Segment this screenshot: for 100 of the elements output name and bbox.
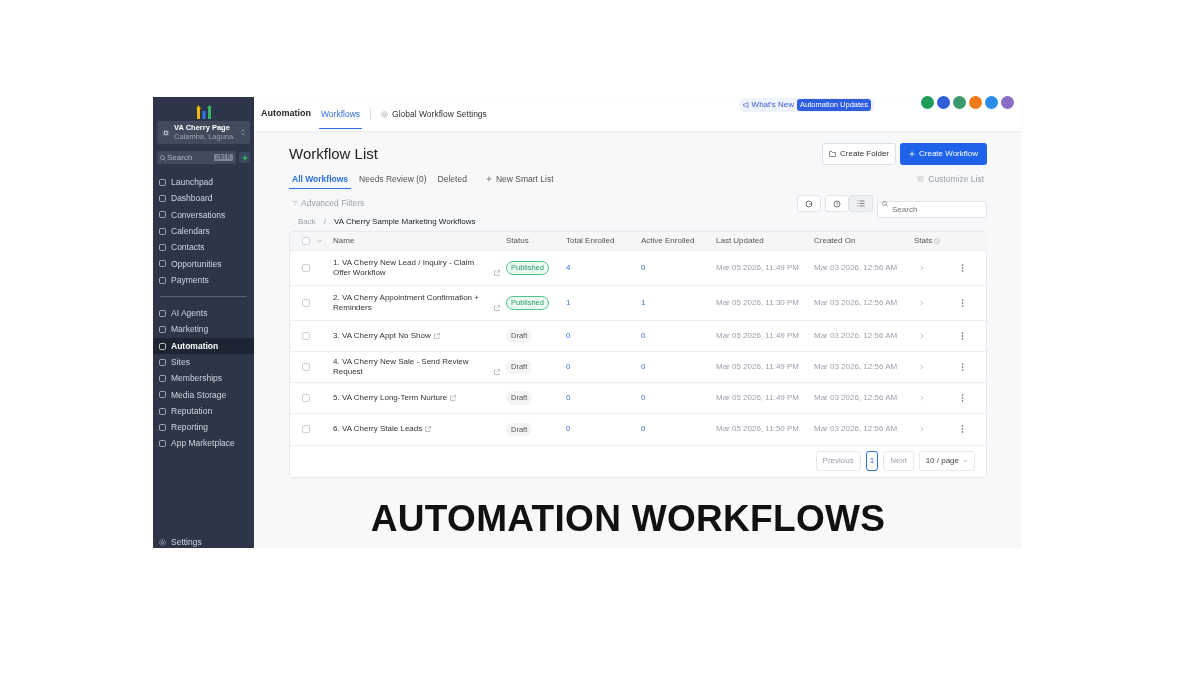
gear-icon [159,538,166,546]
header-tab[interactable]: Global Workflow Settings [379,98,489,130]
sidebar-item[interactable]: App Marketplace [153,435,254,452]
column-header: Stats [914,235,933,245]
external-link-icon [494,369,500,375]
pie-chart-icon [805,199,813,208]
row-checkbox[interactable] [302,331,310,340]
square-icon [159,375,166,383]
avatar-circle[interactable] [921,95,934,109]
total-enrolled-count[interactable]: 1 [566,298,571,307]
workflow-name[interactable]: 5. VA Cherry Long-Term Nurture [333,393,448,403]
total-enrolled-count[interactable]: 0 [566,331,571,340]
more-menu-icon[interactable] [961,263,964,272]
updated-date: Mar 05 2026, 11:50 PM [716,424,799,434]
avatar-circle[interactable] [969,95,982,109]
search-field[interactable]: Search [877,201,987,219]
chevron-right-icon [920,264,924,271]
more-menu-icon[interactable] [961,331,964,340]
updated-date: Mar 05 2026, 11:49 PM [716,331,799,340]
page-title: Automation [261,107,311,121]
external-link-icon [450,395,457,401]
row-checkbox[interactable] [302,393,310,402]
created-date: Mar 03 2026, 12:56 AM [814,424,898,434]
new-smart-list-button[interactable]: New Smart List [482,171,557,189]
created-date: Mar 03 2026, 12:56 AM [814,263,898,272]
sidebar-item[interactable]: Reputation [153,403,254,420]
more-menu-icon[interactable] [961,425,964,434]
more-menu-icon[interactable] [961,298,964,307]
row-checkbox[interactable] [302,263,310,272]
more-menu-icon[interactable] [961,362,964,371]
workflow-name[interactable]: 2. VA Cherry Appointment Confirmation + Reminders [333,293,491,313]
column-header: Active Enrolled [641,235,695,245]
active-enrolled-count[interactable]: 1 [641,298,646,307]
clock-button[interactable] [825,195,849,213]
created-date: Mar 03 2026, 12:56 AM [814,362,898,371]
avatar-circle[interactable] [953,95,966,109]
total-enrolled-count[interactable]: 0 [566,362,571,371]
page-number[interactable]: 1 [865,450,879,471]
sidebar-item[interactable]: Reporting [153,419,254,436]
sidebar-item[interactable]: Calendars [153,223,254,240]
create-workflow-button[interactable]: Create Workflow [900,143,987,165]
info-icon [934,237,941,244]
workflow-name[interactable]: 6. VA Cherry Stale Leads [333,424,423,435]
select-all-checkbox[interactable] [302,236,310,245]
chevron-right-icon [920,332,924,339]
list-tab[interactable]: Needs Review (0) [356,171,430,189]
updated-date: Mar 05 2026, 11:30 PM [716,298,799,307]
add-button[interactable] [239,152,250,164]
active-enrolled-count[interactable]: 0 [641,362,646,371]
created-date: Mar 03 2026, 12:56 AM [814,331,898,340]
chevron-right-icon [920,363,924,370]
square-icon [159,244,166,252]
row-checkbox[interactable] [302,362,310,371]
total-enrolled-count[interactable]: 0 [566,424,571,434]
sidebar-item[interactable]: Dashboard [153,190,254,207]
megaphone-icon [742,102,749,108]
avatar-circle[interactable] [1001,95,1014,109]
settings-link[interactable]: Settings [153,536,254,548]
active-enrolled-count[interactable]: 0 [641,263,646,272]
sidebar-item[interactable]: Media Storage [153,386,254,404]
more-menu-icon[interactable] [961,393,964,402]
search-icon [160,154,166,161]
square-icon [159,195,166,203]
page-heading: Workflow List [289,145,378,163]
row-checkbox[interactable] [302,425,310,434]
list-tab[interactable]: Deleted [434,171,470,189]
sidebar-item[interactable]: AI Agents [153,305,254,322]
sidebar-item[interactable]: Marketing [153,321,254,338]
avatar-circle[interactable] [985,95,998,109]
list-view-button[interactable] [849,195,873,213]
avatar-circle[interactable] [937,95,950,109]
page-size-select[interactable]: 10 / page [918,450,975,471]
column-header: Name [333,235,355,245]
external-link-icon [433,333,440,339]
sidebar-item[interactable]: Launchpad [153,174,254,191]
sidebar-item[interactable]: Automation [153,337,254,355]
active-enrolled-count[interactable]: 0 [641,331,646,340]
sidebar-item[interactable]: Contacts [153,239,254,256]
row-checkbox[interactable] [302,298,310,307]
chevron-right-icon [920,426,924,433]
workflow-name[interactable]: 4. VA Cherry New Sale - Send Review Request [333,357,491,377]
list-tab[interactable]: All Workflows [289,171,352,189]
create-folder-button[interactable]: Create Folder [822,143,896,165]
sidebar-item[interactable]: Memberships [153,370,254,387]
workflow-name[interactable]: 3. VA Cherry Appt No Show [333,331,431,341]
total-enrolled-count[interactable]: 0 [566,393,571,402]
header-tab[interactable]: Workflows [319,98,363,130]
pie-chart-button[interactable] [797,195,821,213]
sidebar-item[interactable]: Sites [153,354,254,371]
sidebar-item[interactable]: Opportunities [153,255,254,273]
active-enrolled-count[interactable]: 0 [641,424,646,434]
sidebar-item[interactable]: Conversations [153,206,254,224]
created-date: Mar 03 2026, 12:56 AM [814,298,898,307]
workflow-name[interactable]: 1. VA Cherry New Lead / Inquiry - Claim Offer Workflow [333,258,491,278]
updated-date: Mar 05 2026, 11:49 PM [716,362,799,371]
sidebar-item[interactable]: Payments [153,272,254,289]
gear-icon [381,110,389,118]
active-enrolled-count[interactable]: 0 [641,393,646,402]
list-icon [857,200,865,208]
total-enrolled-count[interactable]: 4 [566,263,571,272]
